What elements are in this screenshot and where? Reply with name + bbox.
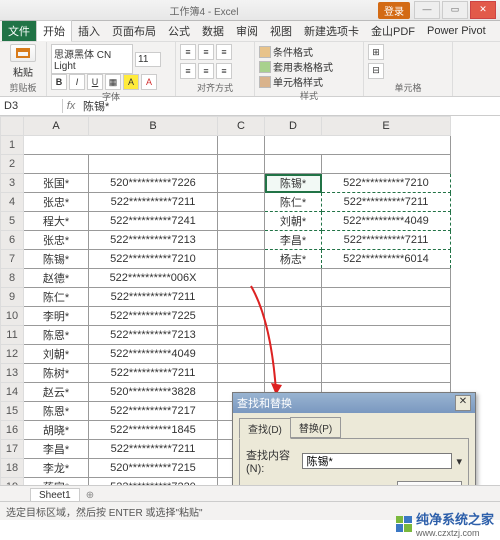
col-header-b[interactable]: B (89, 117, 218, 136)
find-label: 查找内容(N): (246, 447, 298, 475)
bold-button[interactable]: B (51, 74, 67, 90)
watermark-text: 纯净系统之家 (416, 509, 494, 528)
insert-cell-icon[interactable]: ⊞ (368, 44, 384, 60)
fill-color-button[interactable]: A (123, 74, 139, 90)
col-header-c[interactable]: C (218, 117, 265, 136)
status-text: 选定目标区域，然后按 ENTER 或选择"粘贴" (6, 504, 203, 519)
ribbon-group-align: ≡ ≡ ≡ ≡ ≡ ≡ 对齐方式 (176, 42, 255, 96)
table2-title[interactable]: 表格二 (265, 136, 451, 155)
minimize-button[interactable]: — (414, 1, 440, 19)
tab-formula[interactable]: 公式 (162, 21, 196, 41)
col-header-a[interactable]: A (24, 117, 89, 136)
row-header[interactable]: 8 (1, 269, 24, 288)
row-header[interactable]: 9 (1, 288, 24, 307)
watermark-logo-icon (396, 516, 412, 532)
tab-powerpivot[interactable]: Power Pivot (421, 23, 492, 39)
align-center-button[interactable]: ≡ (198, 63, 214, 79)
find-input[interactable] (302, 453, 452, 469)
ribbon-group-clipboard: 粘贴 剪贴板 (0, 42, 47, 96)
app-title: 工作簿4 - Excel (30, 3, 378, 18)
paste-label: 粘贴 (13, 64, 33, 79)
login-button[interactable]: 登录 (378, 2, 410, 19)
title-bar: 工作簿4 - Excel 登录 — ▭ ✕ (0, 0, 500, 21)
row-header[interactable]: 4 (1, 193, 24, 212)
row-header[interactable]: 18 (1, 459, 24, 478)
table-format-button[interactable]: 套用表格格式 (259, 59, 359, 74)
col-header-d[interactable]: D (265, 117, 322, 136)
tab-replace[interactable]: 替换(P) (290, 417, 341, 438)
table2-header-name[interactable]: 姓名 (265, 155, 322, 174)
new-sheet-button[interactable]: ⊕ (80, 490, 100, 501)
tab-find[interactable]: 查找(D) (239, 418, 291, 439)
close-button[interactable]: ✕ (470, 1, 496, 19)
watermark: 纯净系统之家 www.czxtzj.com (396, 509, 494, 538)
table2-header-id[interactable]: 身份证号 (322, 155, 451, 174)
window-controls: — ▭ ✕ (414, 1, 500, 19)
row-header[interactable]: 2 (1, 155, 24, 174)
align-group-label: 对齐方式 (180, 81, 250, 94)
cells-group-label: 单元格 (368, 81, 448, 94)
row-header[interactable]: 11 (1, 326, 24, 345)
font-size-select[interactable]: 11 (135, 52, 161, 67)
dialog-title: 查找和替换 (237, 395, 292, 411)
clipboard-group-label: 剪贴板 (9, 81, 36, 94)
row-header[interactable]: 6 (1, 231, 24, 250)
align-top-button[interactable]: ≡ (180, 44, 196, 60)
dropdown-icon[interactable]: ▾ (456, 455, 462, 468)
border-button[interactable]: ▦ (105, 74, 121, 90)
tab-layout[interactable]: 页面布局 (106, 21, 162, 41)
row-header[interactable]: 12 (1, 345, 24, 364)
tab-new[interactable]: 新建选项卡 (298, 21, 365, 41)
underline-button[interactable]: U (87, 74, 103, 90)
row-header[interactable]: 13 (1, 364, 24, 383)
delete-cell-icon[interactable]: ⊟ (368, 63, 384, 79)
paste-button[interactable] (10, 44, 36, 62)
font-color-button[interactable]: A (141, 74, 157, 90)
row-header[interactable]: 14 (1, 383, 24, 402)
table1-header-id[interactable]: 身份证号 (89, 155, 218, 174)
dialog-close-button[interactable]: ✕ (455, 395, 471, 411)
maximize-button[interactable]: ▭ (442, 1, 468, 19)
tab-pdf[interactable]: 金山PDF (365, 21, 421, 41)
row-header[interactable]: 5 (1, 212, 24, 231)
row-header[interactable]: 17 (1, 440, 24, 459)
align-bottom-button[interactable]: ≡ (216, 44, 232, 60)
spreadsheet-grid[interactable]: A B C D E 1 表格一 表格二 2 姓名 身份证号 姓名 身份证号 3张… (0, 116, 500, 516)
font-group-label: 字体 (51, 90, 171, 103)
cell-d3-selected[interactable]: 陈锡* (265, 174, 322, 193)
table1-header-name[interactable]: 姓名 (24, 155, 89, 174)
tab-file[interactable]: 文件 (2, 21, 36, 41)
font-name-select[interactable]: 思源黑体 CN Light (51, 44, 133, 74)
table1-title[interactable]: 表格一 (24, 136, 218, 155)
align-middle-button[interactable]: ≡ (198, 44, 214, 60)
styles-group-label: 样式 (259, 89, 359, 102)
align-right-button[interactable]: ≡ (216, 63, 232, 79)
col-header-e[interactable]: E (322, 117, 451, 136)
ribbon-group-font: 思源黑体 CN Light 11 B I U ▦ A A 字体 (47, 42, 176, 96)
row-header[interactable]: 16 (1, 421, 24, 440)
row-header[interactable]: 7 (1, 250, 24, 269)
tab-data[interactable]: 数据 (196, 21, 230, 41)
watermark-url: www.czxtzj.com (416, 528, 494, 538)
dialog-title-bar[interactable]: 查找和替换 ✕ (233, 393, 475, 413)
cell-style-button[interactable]: 单元格样式 (259, 74, 359, 89)
row-header[interactable]: 10 (1, 307, 24, 326)
ribbon-tabs: 文件 开始 插入 页面布局 公式 数据 审阅 视图 新建选项卡 金山PDF Po… (0, 21, 500, 42)
tab-home[interactable]: 开始 (36, 20, 72, 42)
align-left-button[interactable]: ≡ (180, 63, 196, 79)
row-header[interactable]: 1 (1, 136, 24, 155)
row-header[interactable]: 15 (1, 402, 24, 421)
ribbon: 粘贴 剪贴板 思源黑体 CN Light 11 B I U ▦ A A 字体 ≡… (0, 42, 500, 97)
tab-insert[interactable]: 插入 (72, 21, 106, 41)
ribbon-group-styles: 条件格式 套用表格格式 单元格样式 样式 (255, 42, 364, 96)
ribbon-group-cells: ⊞ ⊟ 单元格 (364, 42, 453, 96)
conditional-format-button[interactable]: 条件格式 (259, 44, 359, 59)
tab-review[interactable]: 审阅 (230, 21, 264, 41)
row-header[interactable]: 3 (1, 174, 24, 193)
select-all-corner[interactable] (1, 117, 24, 136)
tab-view[interactable]: 视图 (264, 21, 298, 41)
italic-button[interactable]: I (69, 74, 85, 90)
